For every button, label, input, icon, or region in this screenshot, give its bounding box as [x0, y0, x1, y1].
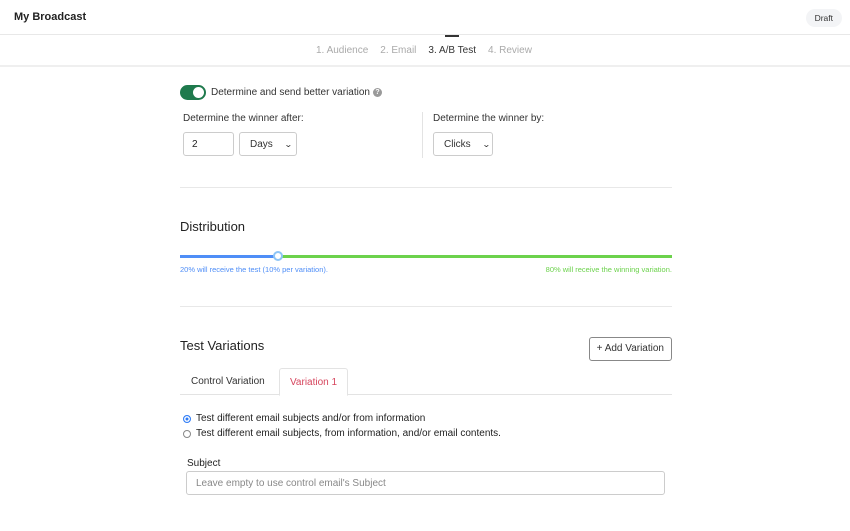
slider-winning-segment: [278, 255, 672, 258]
variation-tabs: Control Variation Variation 1: [180, 368, 672, 396]
metric-selected-value: Clicks: [444, 138, 471, 150]
step-review[interactable]: 4. Review: [488, 45, 532, 56]
option-subjects-from-label: Test different email subjects and/or fro…: [196, 413, 426, 424]
better-variation-toggle[interactable]: [180, 85, 206, 100]
unit-selected-value: Days: [250, 138, 273, 150]
winner-after-label: Determine the winner after:: [183, 113, 304, 124]
winner-after-group: Determine the winner after: Days ⌄: [183, 113, 304, 156]
section-divider: [180, 187, 672, 188]
winner-after-unit-select[interactable]: Days ⌄: [239, 132, 297, 156]
radio-subjects-contents[interactable]: [183, 429, 191, 438]
vertical-divider: [422, 112, 423, 158]
chevron-down-icon: ⌄: [283, 139, 293, 149]
winner-after-input[interactable]: [183, 132, 234, 156]
help-icon[interactable]: ?: [372, 88, 382, 97]
slider-test-segment: [180, 255, 278, 258]
option-subjects-from[interactable]: Test different email subjects and/or fro…: [183, 413, 425, 424]
distribution-test-text: 20% will receive the test (10% per varia…: [180, 265, 328, 274]
distribution-slider[interactable]: [180, 251, 672, 261]
test-variations-title: Test Variations: [180, 338, 265, 353]
distribution-title: Distribution: [180, 219, 246, 234]
wizard-stepper: 1. Audience 2. Email 3. A/B Test 4. Revi…: [0, 35, 850, 67]
step-email[interactable]: 2. Email: [380, 45, 416, 56]
broadcast-title: My Broadcast: [14, 11, 87, 23]
better-variation-row: Determine and send better variation ?: [180, 85, 382, 100]
tab-control-variation[interactable]: Control Variation: [180, 368, 276, 395]
subject-label: Subject: [187, 458, 221, 469]
winner-by-label: Determine the winner by:: [433, 113, 545, 124]
status-badge: Draft: [805, 9, 842, 27]
tab-variation-1[interactable]: Variation 1: [279, 368, 349, 396]
winner-by-group: Determine the winner by: Clicks ⌄: [433, 113, 544, 156]
add-variation-button[interactable]: + Add Variation: [588, 337, 672, 361]
option-subjects-contents[interactable]: Test different email subjects, from info…: [183, 428, 501, 439]
step-audience[interactable]: 1. Audience: [316, 45, 368, 56]
distribution-winning-text: 80% will receive the winning variation.: [545, 265, 672, 274]
slider-handle[interactable]: [273, 251, 283, 261]
step-ab-test[interactable]: 3. A/B Test: [428, 35, 476, 56]
chevron-down-icon: ⌄: [481, 139, 491, 149]
section-divider: [180, 306, 672, 307]
winner-by-select[interactable]: Clicks ⌄: [433, 132, 493, 156]
better-variation-label: Determine and send better variation: [211, 87, 370, 98]
option-subjects-contents-label: Test different email subjects, from info…: [196, 428, 501, 439]
radio-subjects-from[interactable]: [183, 414, 191, 423]
subject-input[interactable]: [186, 471, 665, 495]
top-bar: My Broadcast Draft: [0, 0, 850, 35]
